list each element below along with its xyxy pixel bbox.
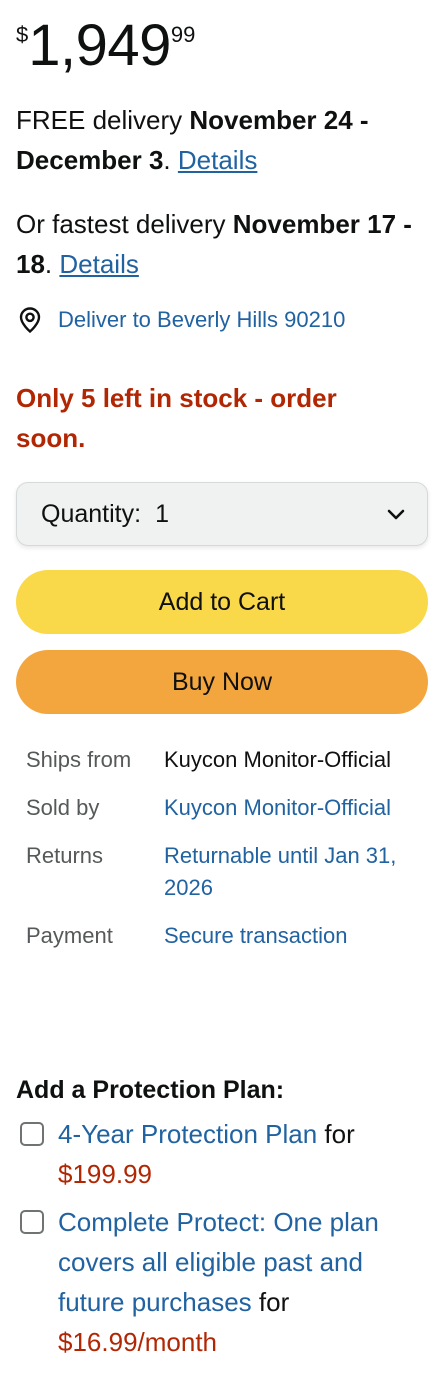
buy-now-button[interactable]: Buy Now bbox=[16, 650, 428, 714]
stock-warning: Only 5 left in stock - order soon. bbox=[16, 383, 337, 453]
quantity-label: Quantity: bbox=[41, 499, 142, 528]
quantity-value: 1 bbox=[155, 499, 169, 528]
protection-plan-text: 4-Year Protection Plan for $199.99 bbox=[58, 1114, 355, 1194]
complete-protect-option: Complete Protect: One plan covers all el… bbox=[20, 1202, 430, 1362]
payment-link[interactable]: Secure transaction bbox=[164, 920, 347, 952]
free-delivery-details-link[interactable]: Details bbox=[178, 145, 257, 175]
complete-protect-price: $16.99/month bbox=[58, 1327, 218, 1357]
quantity-select[interactable]: Quantity: 1 bbox=[16, 482, 428, 546]
chevron-down-icon bbox=[387, 509, 405, 520]
price-symbol: $ bbox=[16, 22, 29, 47]
free-delivery-prefix: FREE delivery bbox=[16, 105, 190, 135]
protection-plan-price: $199.99 bbox=[58, 1159, 152, 1189]
complete-protect-link[interactable]: Complete Protect: One plan covers all el… bbox=[58, 1207, 379, 1317]
info-key: Ships from bbox=[26, 747, 132, 772]
free-delivery-message: FREE delivery November 24 - December 3. … bbox=[16, 100, 428, 180]
info-key: Sold by bbox=[26, 795, 100, 820]
complete-protect-checkbox[interactable] bbox=[20, 1210, 44, 1234]
buy-box: $ 1,949 99 FREE delivery November 24 - D… bbox=[0, 0, 448, 1386]
deliver-to-text: Deliver to Beverly Hills 90210 bbox=[58, 307, 346, 332]
fast-delivery-suffix: . bbox=[44, 249, 53, 279]
product-price: $ 1,949 99 bbox=[16, 14, 195, 78]
protection-plan-connector: for bbox=[317, 1119, 355, 1149]
seller-info-table: Ships from Kuycon Monitor-Official Sold … bbox=[26, 744, 426, 968]
info-row-returns: Returns Returnable until Jan 31, 2026 bbox=[26, 840, 426, 904]
protection-plan-link[interactable]: 4-Year Protection Plan bbox=[58, 1119, 317, 1149]
free-delivery-suffix: . bbox=[163, 145, 171, 175]
info-key: Returns bbox=[26, 843, 104, 868]
complete-protect-text: Complete Protect: One plan covers all el… bbox=[58, 1202, 430, 1362]
add-to-cart-button[interactable]: Add to Cart bbox=[16, 570, 428, 634]
info-row-payment: Payment Secure transaction bbox=[26, 920, 426, 952]
protection-plan-title: Add a Protection Plan: bbox=[16, 1076, 285, 1104]
fastest-delivery-message: Or fastest delivery November 17 - 18. De… bbox=[16, 204, 428, 284]
price-fraction: 99 bbox=[170, 22, 196, 47]
info-row-sold-by: Sold by Kuycon Monitor-Official bbox=[26, 792, 426, 824]
seller-link[interactable]: Kuycon Monitor-Official bbox=[164, 792, 391, 824]
fast-delivery-details-link[interactable]: Details bbox=[59, 249, 138, 279]
fast-delivery-prefix: Or fastest delivery bbox=[16, 209, 233, 239]
location-pin-icon bbox=[19, 307, 41, 334]
info-key: Payment bbox=[26, 923, 113, 948]
returns-link[interactable]: Returnable until Jan 31, 2026 bbox=[164, 840, 426, 904]
protection-plan-checkbox[interactable] bbox=[20, 1122, 44, 1146]
complete-protect-connector: for bbox=[251, 1287, 290, 1317]
price-whole: 1,949 bbox=[28, 13, 171, 78]
protection-plan-option: 4-Year Protection Plan for $199.99 bbox=[20, 1114, 430, 1194]
info-row-ships-from: Ships from Kuycon Monitor-Official bbox=[26, 744, 426, 776]
info-value: Kuycon Monitor-Official bbox=[164, 747, 392, 772]
deliver-to-location[interactable]: Deliver to Beverly Hills 90210 bbox=[16, 306, 345, 334]
